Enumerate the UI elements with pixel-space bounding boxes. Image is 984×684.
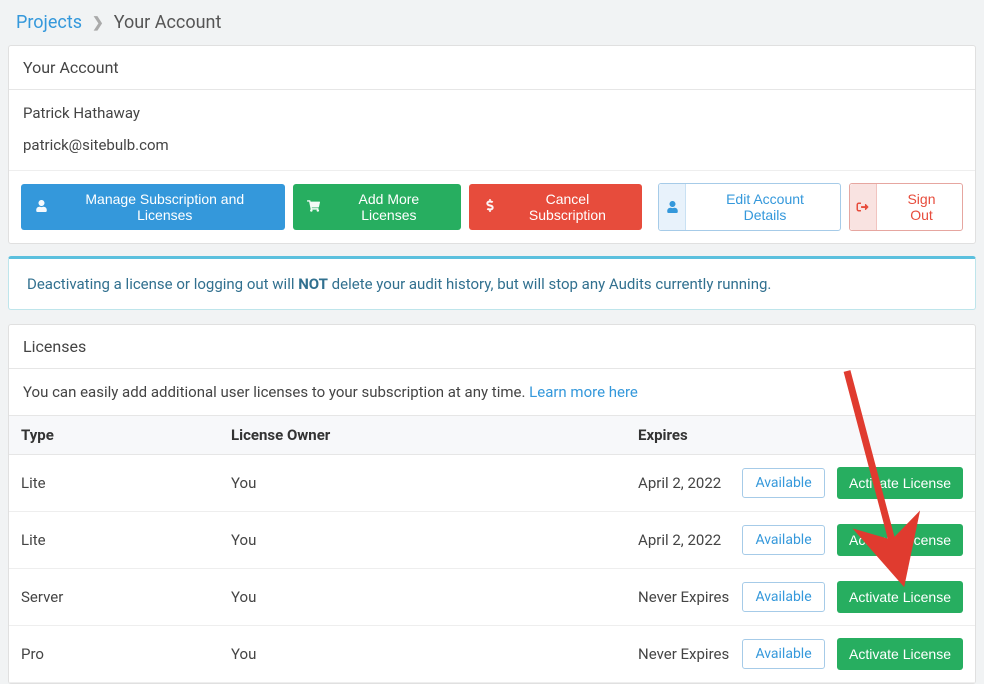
cell-owner: You	[219, 512, 626, 569]
manage-subscription-button[interactable]: Manage Subscription and Licenses	[21, 184, 285, 230]
table-row: ProYouNever ExpiresAvailable Activate Lic…	[9, 626, 975, 683]
activate-license-button[interactable]: Activate License	[837, 581, 963, 613]
licenses-panel: Licenses You can easily add additional u…	[8, 324, 976, 684]
sign-out-button[interactable]: Sign Out	[849, 183, 963, 231]
activate-license-button[interactable]: Activate License	[837, 524, 963, 556]
cell-status: Available	[736, 512, 831, 569]
th-expires: Expires	[626, 416, 736, 455]
available-badge[interactable]: Available	[742, 639, 824, 669]
user-icon	[659, 184, 686, 230]
licenses-intro-text: You can easily add additional user licen…	[23, 383, 529, 401]
button-label: Add More Licenses	[331, 191, 448, 223]
cell-type: Lite	[9, 512, 219, 569]
alert-text-pre: Deactivating a license or logging out wi…	[27, 275, 298, 293]
button-label: Edit Account Details	[704, 191, 825, 223]
cell-owner: You	[219, 569, 626, 626]
available-badge[interactable]: Available	[742, 582, 824, 612]
button-label: Manage Subscription and Licenses	[59, 191, 271, 223]
cell-status: Available	[736, 455, 831, 512]
table-row: LiteYouApril 2, 2022Available Activate Li…	[9, 512, 975, 569]
cell-expires: April 2, 2022	[626, 512, 736, 569]
add-more-licenses-button[interactable]: Add More Licenses	[293, 184, 461, 230]
th-type: Type	[9, 416, 219, 455]
cell-action: Activate License	[831, 569, 975, 626]
breadcrumb: Projects ❯ Your Account	[8, 8, 976, 45]
table-row: LiteYouApril 2, 2022Available Activate Li…	[9, 455, 975, 512]
account-actions-row: Manage Subscription and Licenses Add Mor…	[9, 170, 975, 243]
cell-type: Pro	[9, 626, 219, 683]
th-owner: License Owner	[219, 416, 626, 455]
cell-status: Available	[736, 626, 831, 683]
breadcrumb-current: Your Account	[114, 12, 222, 33]
activate-license-button[interactable]: Activate License	[837, 638, 963, 670]
licenses-table: Type License Owner Expires LiteYouApril …	[9, 415, 975, 683]
account-email: patrick@sitebulb.com	[23, 136, 961, 154]
alert-text-bold: NOT	[298, 275, 328, 293]
alert-text-post: delete your audit history, but will stop…	[328, 275, 771, 293]
learn-more-link[interactable]: Learn more here	[529, 383, 638, 401]
available-badge[interactable]: Available	[742, 525, 824, 555]
cell-action: Activate License	[831, 512, 975, 569]
edit-account-details-button[interactable]: Edit Account Details	[658, 183, 841, 231]
account-panel-title: Your Account	[9, 46, 975, 90]
licenses-panel-title: Licenses	[9, 325, 975, 369]
deactivation-info-alert: Deactivating a license or logging out wi…	[8, 256, 976, 310]
cell-expires: April 2, 2022	[626, 455, 736, 512]
cell-action: Activate License	[831, 455, 975, 512]
available-badge[interactable]: Available	[742, 468, 824, 498]
sign-out-icon	[850, 184, 877, 230]
cell-type: Lite	[9, 455, 219, 512]
cell-action: Activate License	[831, 626, 975, 683]
th-action	[831, 416, 975, 455]
cancel-subscription-button[interactable]: Cancel Subscription	[469, 184, 642, 230]
cell-owner: You	[219, 626, 626, 683]
cart-icon	[307, 200, 321, 215]
user-icon	[35, 200, 49, 215]
button-label: Cancel Subscription	[507, 191, 628, 223]
activate-license-button[interactable]: Activate License	[837, 467, 963, 499]
th-status	[736, 416, 831, 455]
cell-expires: Never Expires	[626, 569, 736, 626]
cell-type: Server	[9, 569, 219, 626]
dollar-icon	[483, 199, 497, 215]
account-name: Patrick Hathaway	[23, 104, 961, 122]
button-label: Sign Out	[895, 191, 948, 223]
chevron-right-icon: ❯	[92, 15, 104, 31]
breadcrumb-projects-link[interactable]: Projects	[16, 12, 82, 33]
cell-expires: Never Expires	[626, 626, 736, 683]
cell-owner: You	[219, 455, 626, 512]
cell-status: Available	[736, 569, 831, 626]
table-row: ServerYouNever ExpiresAvailable Activate …	[9, 569, 975, 626]
account-panel: Your Account Patrick Hathaway patrick@si…	[8, 45, 976, 244]
